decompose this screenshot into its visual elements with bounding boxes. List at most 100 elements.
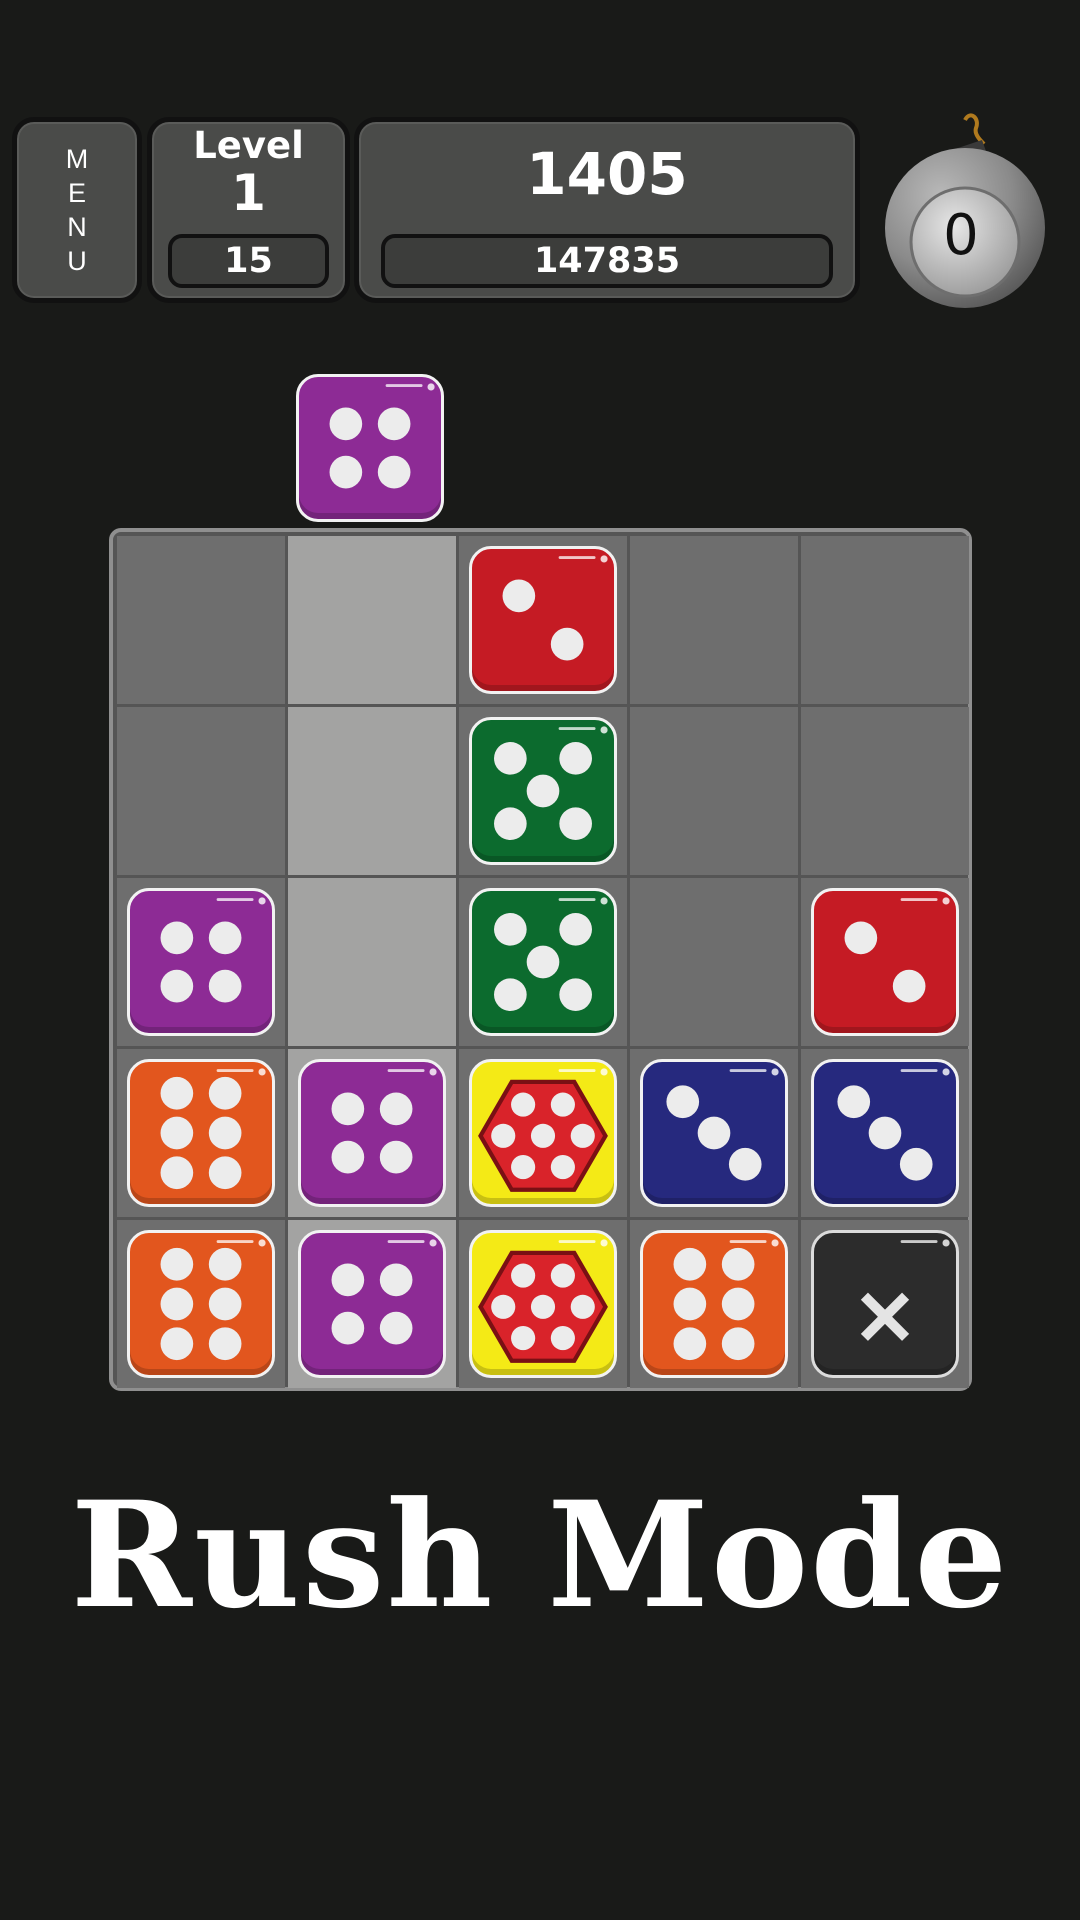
board-cell[interactable] <box>801 707 969 875</box>
pip <box>530 1294 556 1319</box>
die-face <box>160 1239 266 1361</box>
level-value: 1 <box>231 164 266 222</box>
die-face <box>331 1239 437 1345</box>
pip <box>160 1327 194 1361</box>
die-shine-dot <box>258 897 266 905</box>
die-yellow[interactable] <box>469 1230 617 1378</box>
board-cell[interactable] <box>630 707 798 875</box>
bomb-button[interactable]: 0 <box>880 110 1050 310</box>
die-purple[interactable] <box>298 1059 446 1207</box>
board-cell[interactable] <box>801 536 969 704</box>
menu-letter: N <box>67 212 87 242</box>
board-cell[interactable] <box>288 707 456 875</box>
die-yellow[interactable] <box>469 1059 617 1207</box>
die-orange[interactable] <box>640 1230 788 1378</box>
die-purple[interactable] <box>296 374 444 522</box>
pip <box>530 1123 556 1148</box>
pip <box>208 1287 242 1321</box>
die-purple[interactable] <box>298 1230 446 1378</box>
cross-icon <box>860 1292 910 1341</box>
die-face <box>331 1068 437 1174</box>
die-face <box>494 897 608 1011</box>
die-face <box>844 897 950 1003</box>
pip <box>208 921 242 955</box>
pip <box>208 1156 242 1190</box>
pip <box>208 969 242 1003</box>
die-face <box>160 897 266 1003</box>
pip <box>511 1155 536 1180</box>
die-shine-dot <box>942 1068 950 1076</box>
pip <box>494 913 527 946</box>
die-shine-dot <box>942 1239 950 1247</box>
pip <box>379 1140 413 1174</box>
die-shine-dot <box>600 1068 608 1076</box>
target-score: 147835 <box>381 234 833 288</box>
board-cell[interactable] <box>288 536 456 704</box>
die-blue[interactable] <box>811 1059 959 1207</box>
pip <box>331 1311 365 1345</box>
pip <box>329 407 363 441</box>
pip <box>559 978 592 1011</box>
die-shine-dot <box>771 1068 779 1076</box>
die-face <box>837 1068 950 1181</box>
pip <box>494 807 527 840</box>
pip <box>837 1085 871 1119</box>
die-orange[interactable] <box>127 1230 275 1378</box>
mode-title: Rush Mode <box>70 1470 1010 1641</box>
board-cell[interactable] <box>288 878 456 1046</box>
die-shine-dot <box>258 1239 266 1247</box>
pip <box>160 921 194 955</box>
pip <box>526 945 560 979</box>
die-shine-dot <box>771 1239 779 1247</box>
die-green[interactable] <box>469 888 617 1036</box>
die-shine-dot <box>942 897 950 905</box>
die-shine-dot <box>429 1068 437 1076</box>
pip <box>208 1247 242 1281</box>
pip <box>550 1155 575 1180</box>
die-face <box>478 1239 608 1363</box>
pip <box>379 1092 413 1126</box>
die-blue[interactable] <box>640 1059 788 1207</box>
pip <box>379 1311 413 1345</box>
pip <box>697 1116 731 1150</box>
menu-button[interactable]: M E N U <box>12 117 142 303</box>
board-cell[interactable] <box>117 536 285 704</box>
level-label: Level <box>193 124 304 167</box>
pip <box>728 1147 762 1181</box>
die-red[interactable] <box>469 546 617 694</box>
bomb-count: 0 <box>943 203 979 268</box>
pip <box>673 1247 707 1281</box>
board-cell[interactable] <box>630 878 798 1046</box>
die-green[interactable] <box>469 717 617 865</box>
score-value: 1405 <box>526 140 688 208</box>
pip <box>550 1092 575 1117</box>
pip <box>570 1123 595 1148</box>
die-face <box>666 1068 779 1181</box>
level-panel: Level 1 15 <box>147 117 350 303</box>
die-face <box>860 1239 950 1341</box>
pip <box>559 742 592 775</box>
pip <box>377 407 411 441</box>
pip <box>377 455 411 489</box>
pip <box>491 1123 516 1148</box>
board-cell[interactable] <box>630 536 798 704</box>
die-black[interactable] <box>811 1230 959 1378</box>
pip <box>511 1092 536 1117</box>
pip <box>721 1287 755 1321</box>
pip <box>491 1294 516 1319</box>
pip <box>329 455 363 489</box>
menu-letter: E <box>67 178 86 208</box>
die-shine-dot <box>600 555 608 563</box>
pip <box>494 742 527 775</box>
die-face <box>160 1068 266 1190</box>
pip <box>160 969 194 1003</box>
die-purple[interactable] <box>127 888 275 1036</box>
die-face <box>478 1068 608 1192</box>
die-red[interactable] <box>811 888 959 1036</box>
pip <box>208 1116 242 1150</box>
die-shine-dot <box>258 1068 266 1076</box>
die-face <box>329 383 435 489</box>
board-cell[interactable] <box>117 707 285 875</box>
die-orange[interactable] <box>127 1059 275 1207</box>
pip <box>511 1263 536 1288</box>
